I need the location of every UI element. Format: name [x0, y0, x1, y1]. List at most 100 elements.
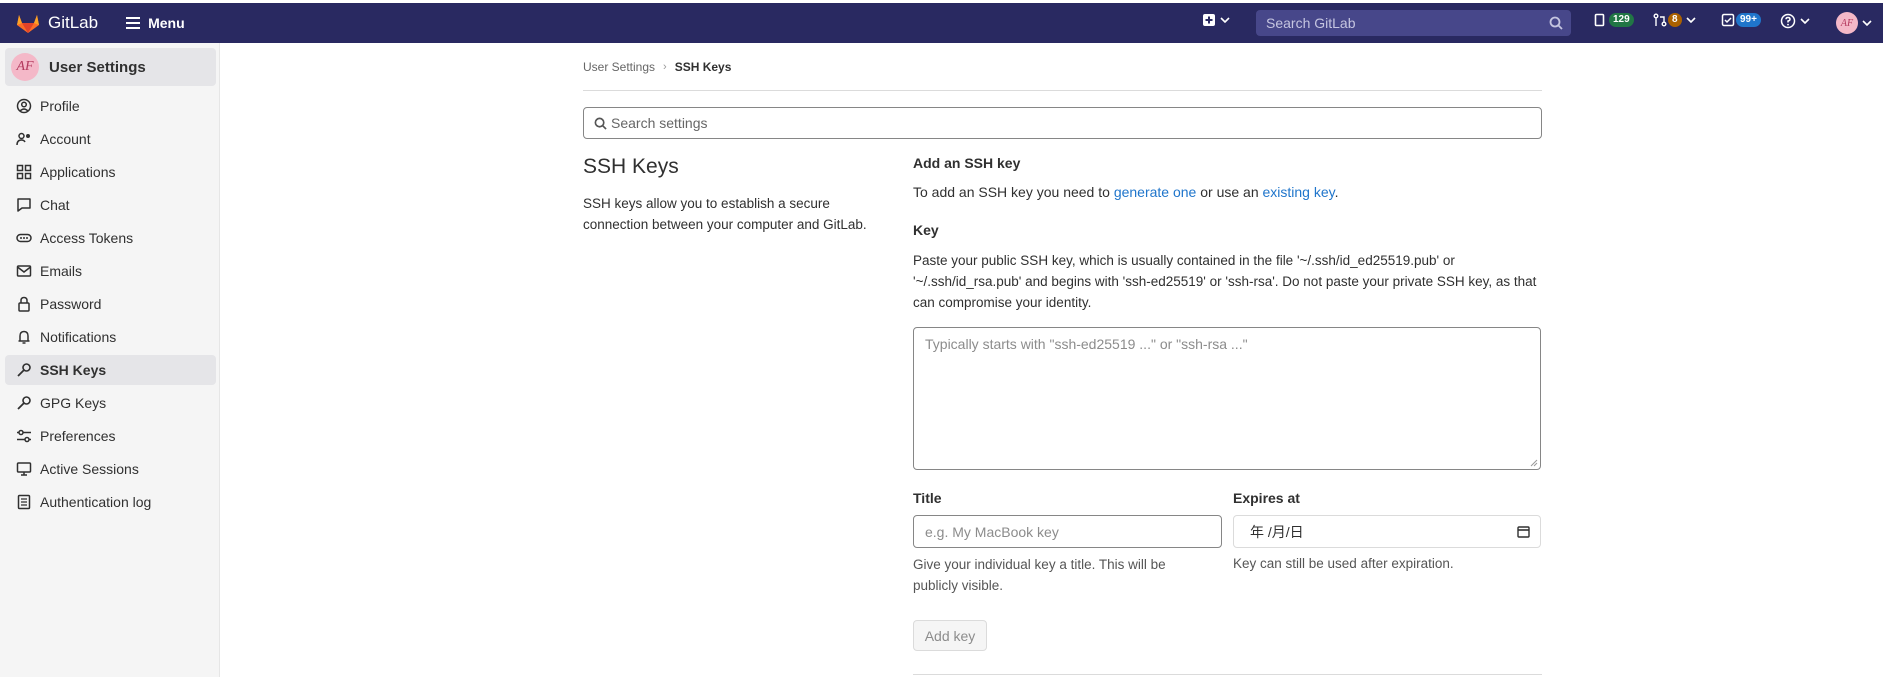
plus-square-icon	[1203, 14, 1215, 26]
expires-date-input[interactable]: 年 /月/日	[1233, 515, 1541, 548]
sidebar-item-applications[interactable]: Applications	[5, 157, 216, 187]
resize-handle-icon[interactable]	[1530, 459, 1538, 467]
preferences-icon	[16, 428, 32, 444]
date-value: 年 /月/日	[1250, 523, 1304, 540]
form-intro: To add an SSH key you need to generate o…	[913, 184, 1339, 200]
sidebar-item-active-sessions[interactable]: Active Sessions	[5, 454, 216, 484]
key-icon	[16, 362, 32, 378]
sidebar-item-label: Emails	[40, 263, 83, 279]
todos-count-badge: 99+	[1736, 13, 1761, 27]
sidebar-item-label: Notifications	[40, 329, 117, 345]
lock-icon	[16, 296, 32, 312]
sidebar-item-preferences[interactable]: Preferences	[5, 421, 216, 451]
sidebar-header[interactable]: AF User Settings	[5, 48, 216, 86]
expires-help-text: Key can still be used after expiration.	[1233, 556, 1454, 571]
add-key-button[interactable]: Add key	[913, 620, 987, 651]
sidebar-item-ssh-keys[interactable]: SSH Keys	[5, 355, 216, 385]
divider	[913, 674, 1542, 675]
avatar: AF	[11, 53, 39, 81]
chevron-down-icon	[1685, 17, 1696, 23]
expires-label: Expires at	[1233, 490, 1300, 506]
key-placeholder: Typically starts with "ssh-ed25519 ..." …	[925, 336, 1248, 352]
search-icon	[594, 117, 607, 130]
sidebar-item-label: Profile	[40, 98, 80, 114]
menu-button[interactable]: Menu	[126, 15, 185, 31]
chevron-down-icon	[1862, 20, 1872, 26]
sidebar-item-label: Password	[40, 296, 102, 312]
search-placeholder: Search GitLab	[1266, 15, 1356, 31]
generate-one-link[interactable]: generate one	[1114, 184, 1197, 200]
bell-icon	[16, 329, 32, 345]
top-navbar: GitLab Menu Search GitLab 129 8 99+ AF	[0, 3, 1883, 43]
sidebar-item-account[interactable]: Account	[5, 124, 216, 154]
gitlab-logo[interactable]: GitLab	[16, 12, 98, 34]
chat-icon	[16, 197, 32, 213]
profile-icon	[16, 98, 32, 114]
sidebar-item-label: Chat	[40, 197, 70, 213]
sidebar-item-password[interactable]: Password	[5, 289, 216, 319]
intro-text: or use an	[1196, 184, 1263, 200]
log-icon	[16, 494, 32, 510]
divider	[583, 90, 1542, 91]
menu-label: Menu	[148, 15, 185, 31]
section-description: SSH keys allow you to establish a secure…	[583, 196, 867, 232]
section-intro: SSH Keys SSH keys allow you to establish…	[583, 155, 883, 235]
help-button[interactable]	[1780, 13, 1810, 29]
existing-key-link[interactable]: existing key	[1263, 184, 1335, 200]
title-input[interactable]: e.g. My MacBook key	[913, 515, 1222, 548]
page-title: SSH Keys	[583, 155, 679, 178]
sidebar-item-label: GPG Keys	[40, 395, 107, 411]
sidebar-item-label: Active Sessions	[40, 461, 139, 477]
settings-search-placeholder: Search settings	[611, 115, 708, 131]
sidebar-item-notifications[interactable]: Notifications	[5, 322, 216, 352]
key-label: Key	[913, 222, 939, 238]
sidebar-item-emails[interactable]: Emails	[5, 256, 216, 286]
sidebar-item-access-tokens[interactable]: Access Tokens	[5, 223, 216, 253]
key-textarea[interactable]: Typically starts with "ssh-ed25519 ..." …	[913, 327, 1541, 470]
sidebar: AF User Settings Profile Account Applica…	[0, 43, 220, 677]
issues-button[interactable]: 129	[1594, 13, 1634, 27]
breadcrumb: User Settings › SSH Keys	[583, 60, 731, 74]
intro-text: To add an SSH key you need to	[913, 184, 1114, 200]
breadcrumb-current[interactable]: SSH Keys	[675, 60, 732, 74]
chevron-down-icon	[1800, 18, 1810, 24]
mail-icon	[16, 263, 32, 279]
brand-name: GitLab	[48, 13, 99, 32]
merge-request-icon	[1653, 13, 1667, 27]
merge-requests-count-badge: 8	[1668, 13, 1682, 27]
sidebar-item-label: Account	[40, 131, 91, 147]
merge-requests-button[interactable]: 8	[1653, 13, 1696, 27]
sidebar-item-label: Access Tokens	[40, 230, 134, 246]
avatar: AF	[1836, 12, 1858, 34]
question-circle-icon	[1780, 13, 1796, 29]
global-search-input[interactable]: Search GitLab	[1256, 10, 1571, 36]
issues-icon	[1594, 13, 1605, 27]
calendar-icon[interactable]	[1517, 525, 1530, 538]
title-label: Title	[913, 490, 942, 506]
account-icon	[16, 131, 32, 147]
monitor-icon	[16, 461, 32, 477]
todo-icon	[1721, 13, 1735, 27]
form-heading: Add an SSH key	[913, 155, 1021, 171]
sidebar-item-authentication-log[interactable]: Authentication log	[5, 487, 216, 517]
title-placeholder: e.g. My MacBook key	[925, 523, 1059, 540]
sidebar-item-profile[interactable]: Profile	[5, 91, 216, 121]
sidebar-item-label: Applications	[40, 164, 116, 180]
search-icon	[1549, 16, 1563, 30]
todos-button[interactable]: 99+	[1721, 13, 1761, 27]
new-dropdown-button[interactable]	[1202, 13, 1230, 27]
sidebar-item-label: SSH Keys	[40, 362, 107, 378]
hamburger-icon	[126, 17, 141, 29]
applications-icon	[16, 164, 32, 180]
user-menu-button[interactable]: AF	[1836, 12, 1872, 34]
chevron-right-icon: ›	[663, 61, 667, 73]
chevron-down-icon	[1220, 17, 1230, 23]
sidebar-item-chat[interactable]: Chat	[5, 190, 216, 220]
breadcrumb-parent[interactable]: User Settings	[583, 60, 655, 74]
title-help-text: Give your individual key a title. This w…	[913, 557, 1166, 593]
sidebar-item-gpg-keys[interactable]: GPG Keys	[5, 388, 216, 418]
token-icon	[16, 230, 32, 246]
settings-search-input[interactable]: Search settings	[583, 107, 1542, 139]
tanuki-icon	[17, 15, 39, 33]
intro-text: .	[1334, 184, 1339, 200]
